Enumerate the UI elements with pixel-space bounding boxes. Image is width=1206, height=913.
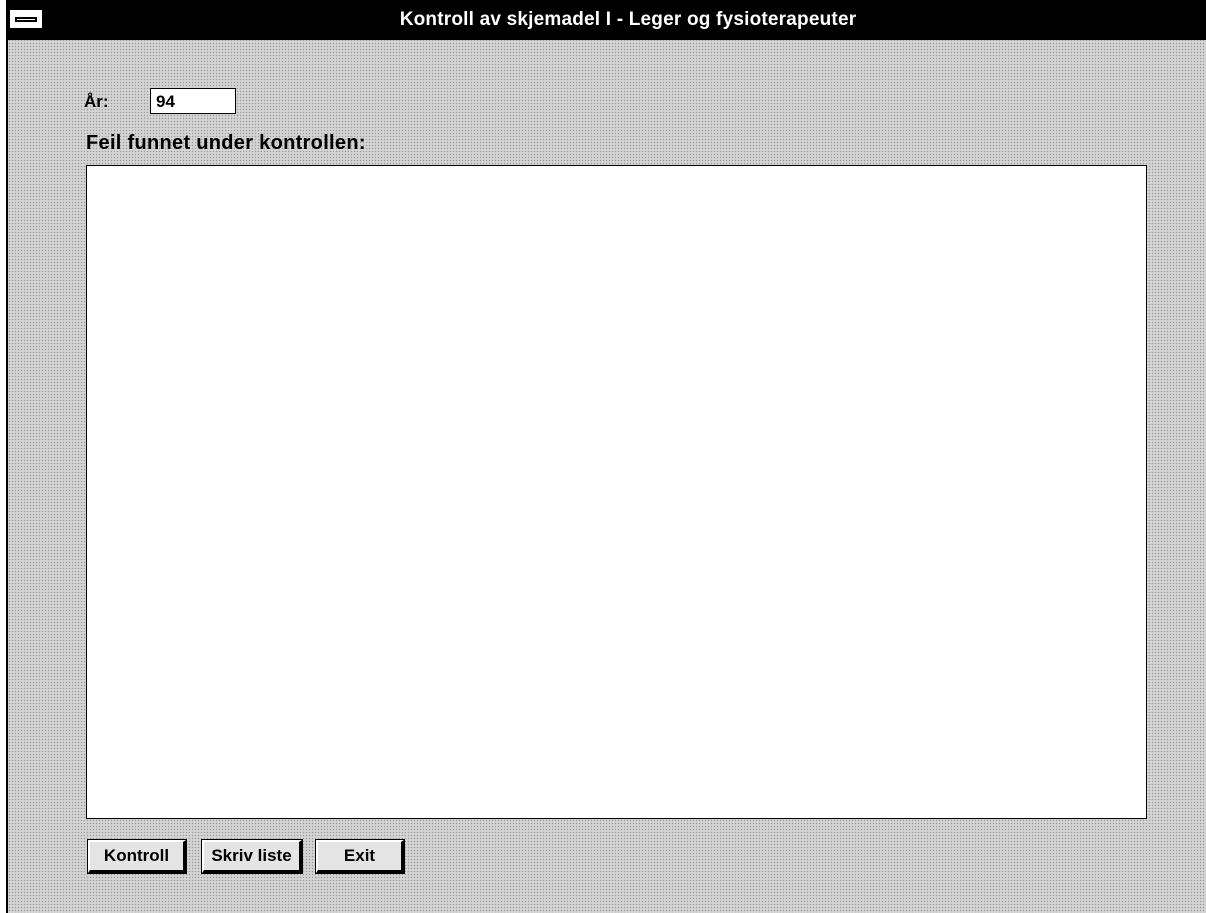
errors-label: Feil funnet under kontrollen:	[86, 132, 366, 154]
errors-listbox[interactable]	[86, 165, 1147, 819]
system-menu-icon[interactable]	[8, 8, 44, 30]
year-label: År:	[84, 92, 109, 111]
kontroll-button-label: Kontroll	[103, 846, 170, 865]
year-input[interactable]	[150, 88, 236, 114]
system-menu-bar-glyph	[15, 17, 37, 22]
window-title: Kontroll av skjemadel I - Leger og fysio…	[399, 9, 857, 30]
skriv-liste-button[interactable]: Skriv liste	[201, 839, 303, 874]
title-bar[interactable]: Kontroll av skjemadel I - Leger og fysio…	[8, 0, 1206, 40]
application-window: Kontroll av skjemadel I - Leger og fysio…	[6, 0, 1206, 913]
skriv-liste-button-label: Skriv liste	[211, 846, 292, 865]
kontroll-button[interactable]: Kontroll	[87, 839, 187, 874]
exit-button-label: Exit	[343, 846, 376, 865]
exit-button[interactable]: Exit	[315, 839, 405, 874]
